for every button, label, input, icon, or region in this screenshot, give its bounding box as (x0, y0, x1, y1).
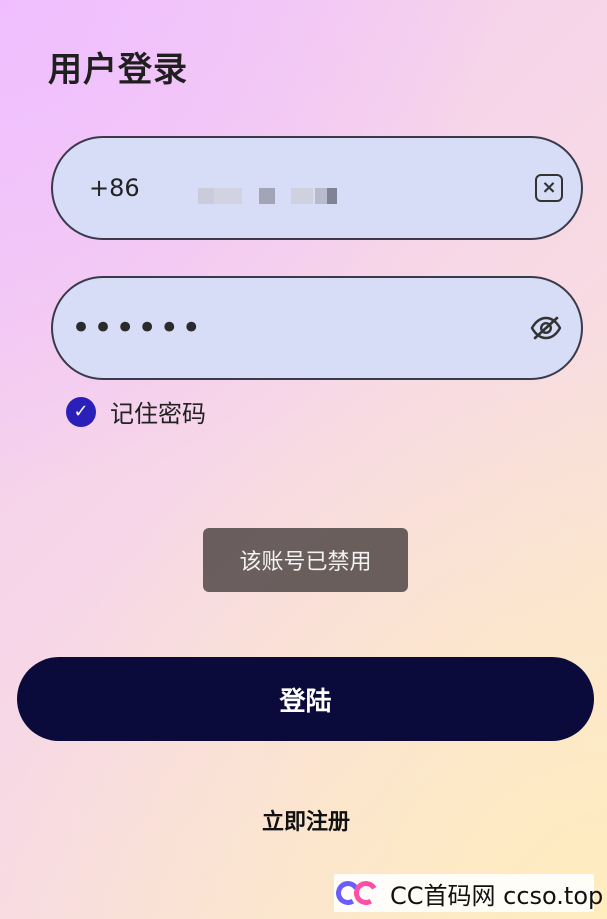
masked-phone-segment (291, 188, 313, 204)
remember-password-label: 记住密码 (110, 400, 206, 428)
status-toast: 该账号已禁用 (203, 528, 408, 592)
page-title: 用户登录 (48, 50, 188, 90)
register-link-label: 立即注册 (262, 810, 351, 835)
password-value: •••••• (71, 308, 204, 348)
eye-off-icon[interactable] (529, 314, 563, 342)
masked-phone-segment (315, 188, 327, 204)
watermark-text: CC首码网 ccso.top (390, 881, 604, 910)
watermark: CC首码网 ccso.top (334, 874, 603, 912)
remember-password-option[interactable]: ✓ 记住密码 (66, 394, 206, 429)
masked-phone-segment (259, 188, 275, 204)
phone-field[interactable]: +86 × (51, 136, 583, 240)
brand-logo (334, 879, 382, 907)
register-link[interactable]: 立即注册 (262, 804, 350, 836)
close-icon[interactable]: × (535, 174, 563, 202)
masked-phone-segment (198, 188, 214, 204)
country-code: +86 (89, 174, 140, 202)
login-button[interactable]: 登陆 (17, 657, 594, 741)
check-icon[interactable]: ✓ (66, 396, 96, 427)
masked-phone-segment (327, 188, 337, 204)
login-button-label: 登陆 (279, 686, 332, 717)
password-field[interactable]: •••••• (51, 276, 583, 380)
toast-message: 该账号已禁用 (239, 550, 372, 575)
login-screen: 用户登录 +86 × •••••• ✓ 记住密码 该账号已禁用 登陆 立即注册 … (0, 0, 607, 919)
masked-phone-segment (214, 188, 242, 204)
